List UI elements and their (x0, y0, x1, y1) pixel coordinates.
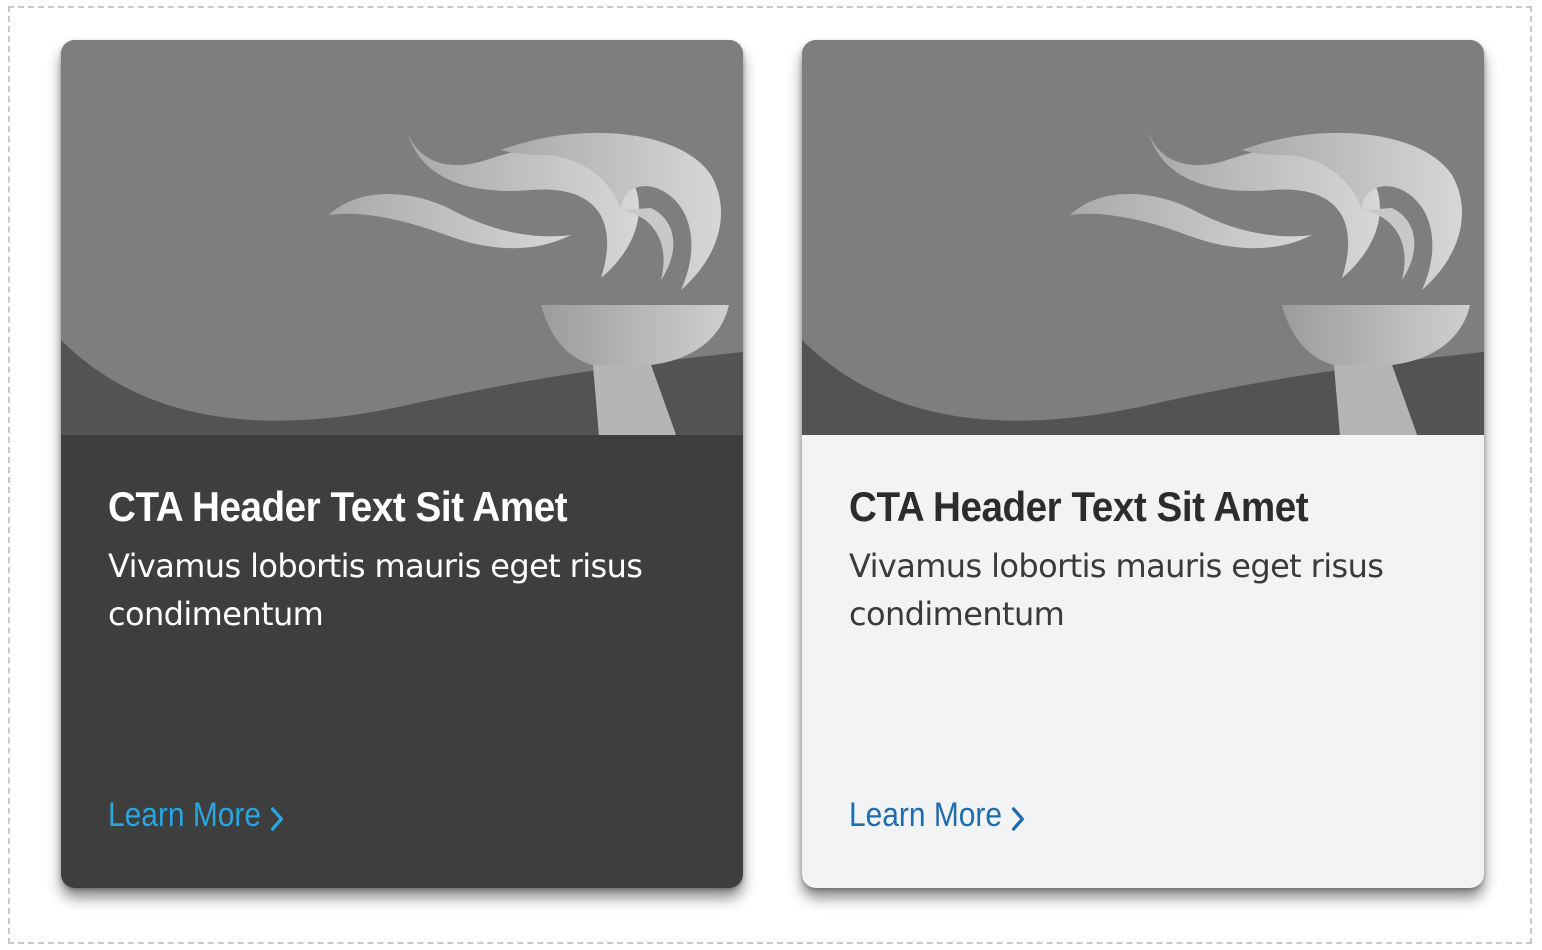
chevron-right-icon (1011, 806, 1025, 832)
cta-card-dark[interactable]: CTA Header Text Sit Amet Vivamus loborti… (61, 40, 743, 888)
learn-more-label: Learn More (108, 796, 262, 834)
card-title: CTA Header Text Sit Amet (108, 483, 568, 530)
card-description: Vivamus lobortis mauris eget risus condi… (108, 547, 643, 633)
learn-more-link[interactable]: Learn More (849, 796, 1025, 835)
card-title: CTA Header Text Sit Amet (849, 483, 1309, 530)
learn-more-link[interactable]: Learn More (108, 796, 284, 835)
torch-flame-illustration (61, 40, 743, 435)
cta-card-light[interactable]: CTA Header Text Sit Amet Vivamus loborti… (802, 40, 1484, 888)
torch-flame-illustration (802, 40, 1484, 435)
chevron-right-icon (270, 806, 284, 832)
card-description: Vivamus lobortis mauris eget risus condi… (849, 547, 1384, 633)
learn-more-label: Learn More (849, 796, 1003, 834)
